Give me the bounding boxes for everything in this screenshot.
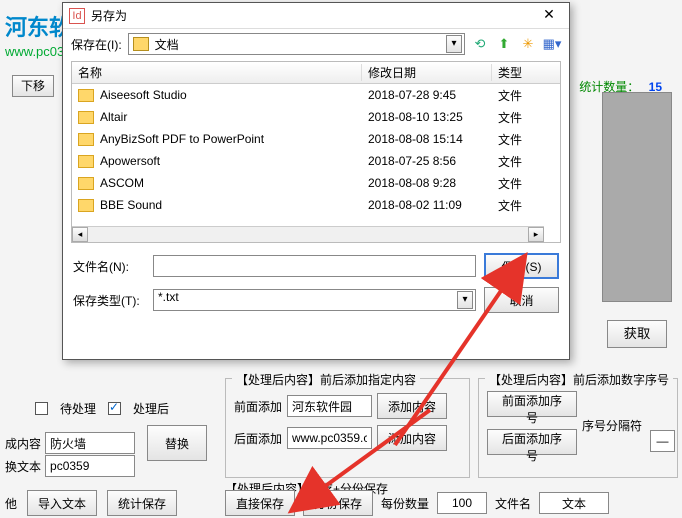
- processed-label: 处理后: [133, 400, 169, 417]
- replace-button[interactable]: 替换: [147, 425, 207, 461]
- save-button[interactable]: 保存(S): [484, 253, 559, 279]
- close-icon[interactable]: ✕: [535, 6, 563, 26]
- file-row[interactable]: BBE Sound2018-08-02 11:09文件: [72, 194, 560, 216]
- file-type: 文件: [492, 87, 522, 104]
- folder-icon: [78, 89, 94, 102]
- file-type: 文件: [492, 175, 522, 192]
- stats-save-button[interactable]: 统计保存: [107, 490, 177, 516]
- file-name: Apowersoft: [100, 154, 362, 168]
- folder-icon: [78, 199, 94, 212]
- file-name: Aiseesoft Studio: [100, 88, 362, 102]
- preview-panel: [602, 92, 672, 302]
- file-name: Altair: [100, 110, 362, 124]
- import-button[interactable]: 导入文本: [27, 490, 97, 516]
- split-save-button[interactable]: 分份保存: [303, 490, 373, 516]
- count-label: 每份数量: [381, 495, 429, 512]
- column-name[interactable]: 名称: [72, 64, 362, 81]
- dialog-toolbar: 保存在(I): 文档 ▾ ⟲ ⬆ ✳ ▦▾: [63, 29, 569, 59]
- filename-label: 文件名: [495, 495, 531, 512]
- path-value: 文档: [155, 36, 179, 53]
- column-date[interactable]: 修改日期: [362, 64, 492, 81]
- file-type: 文件: [492, 197, 522, 214]
- column-type[interactable]: 类型: [492, 64, 560, 81]
- view-icon[interactable]: ▦▾: [543, 35, 561, 53]
- group-title: 【处理后内容】前后添加指定内容: [232, 371, 420, 388]
- content-label: 成内容: [5, 435, 41, 452]
- checkbox-row: 待处理 处理后: [35, 400, 169, 417]
- prefix-label: 前面添加: [234, 398, 282, 415]
- file-name: ASCOM: [100, 176, 362, 190]
- folder-icon: [78, 111, 94, 124]
- folder-icon: [78, 155, 94, 168]
- path-select[interactable]: 文档 ▾: [128, 33, 465, 55]
- filename-label: 文件名(N):: [73, 258, 145, 275]
- file-type: 文件: [492, 153, 522, 170]
- dialog-title: 另存为: [91, 7, 535, 24]
- dialog-titlebar: Id 另存为 ✕: [63, 3, 569, 29]
- filename-input[interactable]: [539, 492, 609, 514]
- separator-label: 序号分隔符: [582, 417, 642, 434]
- scroll-right-icon[interactable]: ▸: [528, 227, 544, 242]
- new-folder-icon[interactable]: ✳: [519, 35, 537, 53]
- file-list-body[interactable]: Aiseesoft Studio2018-07-28 9:45文件Altair2…: [72, 84, 560, 226]
- other-label: 他: [5, 495, 17, 512]
- suffix-label: 后面添加: [234, 430, 282, 447]
- dialog-form: 文件名(N): 保存(S) 保存类型(T): *.txt ▾ 取消: [63, 245, 569, 329]
- file-date: 2018-07-25 8:56: [362, 154, 492, 168]
- save-in-label: 保存在(I):: [71, 36, 122, 53]
- file-type: 文件: [492, 131, 522, 148]
- file-name: AnyBizSoft PDF to PowerPoint: [100, 132, 362, 146]
- file-date: 2018-08-10 13:25: [362, 110, 492, 124]
- direct-save-button[interactable]: 直接保存: [225, 490, 295, 516]
- suffix-input[interactable]: [287, 427, 372, 449]
- horizontal-scrollbar[interactable]: ◂ ▸: [72, 226, 544, 242]
- cancel-button[interactable]: 取消: [484, 287, 559, 313]
- add-suffix-button[interactable]: 添加内容: [377, 425, 447, 451]
- file-row[interactable]: Aiseesoft Studio2018-07-28 9:45文件: [72, 84, 560, 106]
- group-title: 【处理后内容】前后添加数字序号: [485, 371, 673, 388]
- file-list: 名称 修改日期 类型 Aiseesoft Studio2018-07-28 9:…: [71, 61, 561, 243]
- filename-input[interactable]: [153, 255, 476, 277]
- suffix-number-button[interactable]: 后面添加序号: [487, 429, 577, 455]
- add-prefix-button[interactable]: 添加内容: [377, 393, 447, 419]
- folder-icon: [78, 177, 94, 190]
- file-date: 2018-08-02 11:09: [362, 198, 492, 212]
- filetype-label: 保存类型(T):: [73, 292, 145, 309]
- add-number-group: 【处理后内容】前后添加数字序号 前面添加序号 后面添加序号 序号分隔符: [478, 378, 678, 478]
- text-label: 换文本: [5, 458, 41, 475]
- move-down-button[interactable]: 下移: [12, 75, 54, 97]
- separator-input[interactable]: [650, 430, 675, 452]
- content-input[interactable]: [45, 432, 135, 454]
- text-input[interactable]: [45, 455, 135, 477]
- file-date: 2018-08-08 9:28: [362, 176, 492, 190]
- add-content-group: 【处理后内容】前后添加指定内容 前面添加 添加内容 后面添加 添加内容: [225, 378, 470, 478]
- fetch-button[interactable]: 获取: [607, 320, 667, 348]
- file-name: BBE Sound: [100, 198, 362, 212]
- file-list-header: 名称 修改日期 类型: [72, 62, 560, 84]
- file-row[interactable]: Altair2018-08-10 13:25文件: [72, 106, 560, 128]
- file-date: 2018-08-08 15:14: [362, 132, 492, 146]
- app-icon: Id: [69, 8, 85, 24]
- scroll-left-icon[interactable]: ◂: [72, 227, 88, 242]
- pending-label: 待处理: [60, 400, 96, 417]
- count-input[interactable]: [437, 492, 487, 514]
- folder-icon: [78, 133, 94, 146]
- filetype-select[interactable]: *.txt ▾: [153, 289, 476, 311]
- chevron-down-icon[interactable]: ▾: [457, 291, 473, 309]
- up-icon[interactable]: ⬆: [495, 35, 513, 53]
- back-icon[interactable]: ⟲: [471, 35, 489, 53]
- prefix-input[interactable]: [287, 395, 372, 417]
- pending-checkbox[interactable]: [35, 402, 48, 415]
- chevron-down-icon[interactable]: ▾: [446, 35, 462, 53]
- prefix-number-button[interactable]: 前面添加序号: [487, 391, 577, 417]
- file-type: 文件: [492, 109, 522, 126]
- file-row[interactable]: ASCOM2018-08-08 9:28文件: [72, 172, 560, 194]
- file-row[interactable]: AnyBizSoft PDF to PowerPoint2018-08-08 1…: [72, 128, 560, 150]
- processed-checkbox[interactable]: [108, 402, 121, 415]
- folder-icon: [133, 37, 149, 51]
- save-as-dialog: Id 另存为 ✕ 保存在(I): 文档 ▾ ⟲ ⬆ ✳ ▦▾ 名称 修改日期 类…: [62, 2, 570, 360]
- file-row[interactable]: Apowersoft2018-07-25 8:56文件: [72, 150, 560, 172]
- file-date: 2018-07-28 9:45: [362, 88, 492, 102]
